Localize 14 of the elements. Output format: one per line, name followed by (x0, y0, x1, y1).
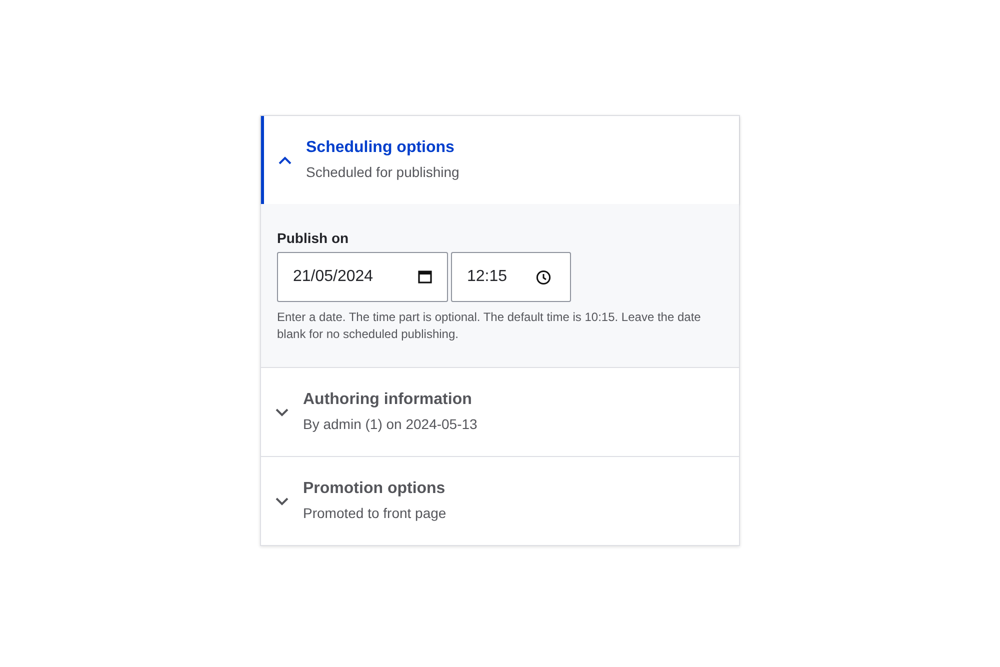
section-summary: Promoted to front page (303, 504, 446, 523)
section-header[interactable]: Authoring information By admin (1) on 2024-05-13 (261, 368, 739, 456)
field-label: Publish on (277, 229, 350, 248)
section-title: Authoring information (303, 390, 473, 410)
date-field[interactable]: 21/05/2024 (277, 252, 448, 302)
time-field[interactable]: 12:15 (451, 252, 571, 302)
clock-icon[interactable] (536, 270, 551, 284)
section-title: Promotion options (303, 479, 446, 499)
calendar-icon[interactable] (418, 270, 432, 284)
section-summary: Scheduled for publishing (306, 163, 460, 182)
section-header[interactable]: Promotion options Promoted to front page (261, 457, 739, 545)
help-text: Enter a date. The time part is optional. The default time is 10:15. Leave the date blank for no scheduled publishing. (277, 309, 702, 343)
section-title: Scheduling options (306, 138, 456, 158)
section-summary: By admin (1) on 2024-05-13 (303, 415, 478, 434)
